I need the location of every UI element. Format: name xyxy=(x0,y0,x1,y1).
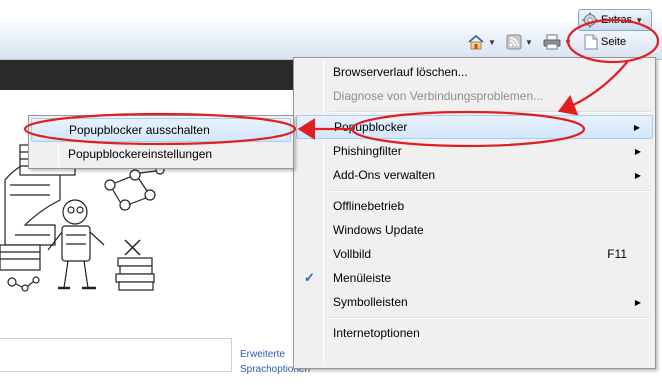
menu-item-label: Diagnose von Verbindungsproblemen... xyxy=(333,89,544,103)
home-dropdown-arrow[interactable]: ▼ xyxy=(488,38,496,47)
feeds-dropdown-arrow[interactable]: ▼ xyxy=(525,38,533,47)
menu-item-menu-bar[interactable]: ✓ Menüleiste xyxy=(296,266,653,290)
extras-button-label: Extras xyxy=(601,14,633,26)
checkmark-icon: ✓ xyxy=(304,270,315,285)
advanced-link[interactable]: Erweiterte xyxy=(240,349,285,360)
menu-item-manage-addons[interactable]: Add-Ons verwalten ▶ xyxy=(296,163,653,187)
menu-item-label: Popupblocker ausschalten xyxy=(69,123,210,137)
submenu-arrow-icon: ▶ xyxy=(634,146,641,156)
extras-dropdown-arrow: ▼ xyxy=(635,15,644,25)
page-button-label: Seite xyxy=(601,36,627,48)
gear-icon xyxy=(582,12,598,28)
menu-item-label: Add-Ons verwalten xyxy=(333,168,436,182)
menu-item-label: Windows Update xyxy=(333,223,424,237)
home-icon xyxy=(468,34,484,50)
print-button[interactable]: ▼ xyxy=(543,32,572,52)
page-button[interactable]: Seite xyxy=(584,32,626,52)
page-header-bar xyxy=(0,60,300,90)
menu-item-offline[interactable]: Offlinebetrieb xyxy=(296,194,653,218)
menu-item-label: Vollbild xyxy=(333,247,372,261)
menu-separator xyxy=(296,187,653,194)
search-box[interactable] xyxy=(0,338,232,372)
menu-item-popup-blocker-settings[interactable]: Popupblockereinstellungen xyxy=(31,142,291,166)
home-button[interactable]: ▼ xyxy=(467,32,496,52)
menu-item-label: Browserverlauf löschen... xyxy=(333,65,468,79)
menu-item-disable-popup-blocker[interactable]: Popupblocker ausschalten xyxy=(31,118,291,142)
feeds-button[interactable]: ▼ xyxy=(506,32,533,52)
menu-item-internet-options[interactable]: Internetoptionen xyxy=(296,321,653,345)
print-dropdown-arrow[interactable]: ▼ xyxy=(564,38,572,47)
submenu-arrow-icon: ▶ xyxy=(634,170,641,180)
page-icon xyxy=(584,34,598,50)
menu-item-fullscreen[interactable]: Vollbild F11 xyxy=(296,242,653,266)
rss-feed-icon xyxy=(506,34,522,50)
menu-item-label: Popupblocker xyxy=(334,120,408,134)
menu-separator xyxy=(296,108,653,115)
menu-item-label: Offlinebetrieb xyxy=(333,199,405,213)
print-icon xyxy=(543,34,561,50)
menu-item-toolbars[interactable]: Symbolleisten ▶ xyxy=(296,290,653,314)
window-top-strip xyxy=(0,0,662,22)
submenu-arrow-icon: ▶ xyxy=(634,297,641,307)
extras-button[interactable]: Extras ▼ xyxy=(578,9,652,31)
menu-item-label: Symbolleisten xyxy=(333,295,408,309)
extras-menu: Browserverlauf löschen... Diagnose von V… xyxy=(293,57,656,369)
menu-item-label: Phishingfilter xyxy=(333,144,402,158)
menu-item-popup-blocker[interactable]: Popupblocker ▶ xyxy=(296,115,653,139)
menu-item-phishing-filter[interactable]: Phishingfilter ▶ xyxy=(296,139,653,163)
menu-item-connection-diagnosis: Diagnose von Verbindungsproblemen... xyxy=(296,84,653,108)
fullscreen-shortcut: F11 xyxy=(607,247,627,261)
submenu-arrow-icon: ▶ xyxy=(633,122,640,132)
menu-item-label: Menüleiste xyxy=(333,271,392,285)
command-bar: ▼ ▼ ▼ Seite xyxy=(0,22,662,60)
menu-separator xyxy=(296,314,653,321)
menu-item-windows-update[interactable]: Windows Update xyxy=(296,218,653,242)
menu-item-label: Internetoptionen xyxy=(333,326,420,340)
menu-item-clear-history[interactable]: Browserverlauf löschen... xyxy=(296,60,653,84)
popup-blocker-submenu: Popupblocker ausschalten Popupblockerein… xyxy=(28,115,294,169)
menu-item-label: Popupblockereinstellungen xyxy=(68,147,213,161)
